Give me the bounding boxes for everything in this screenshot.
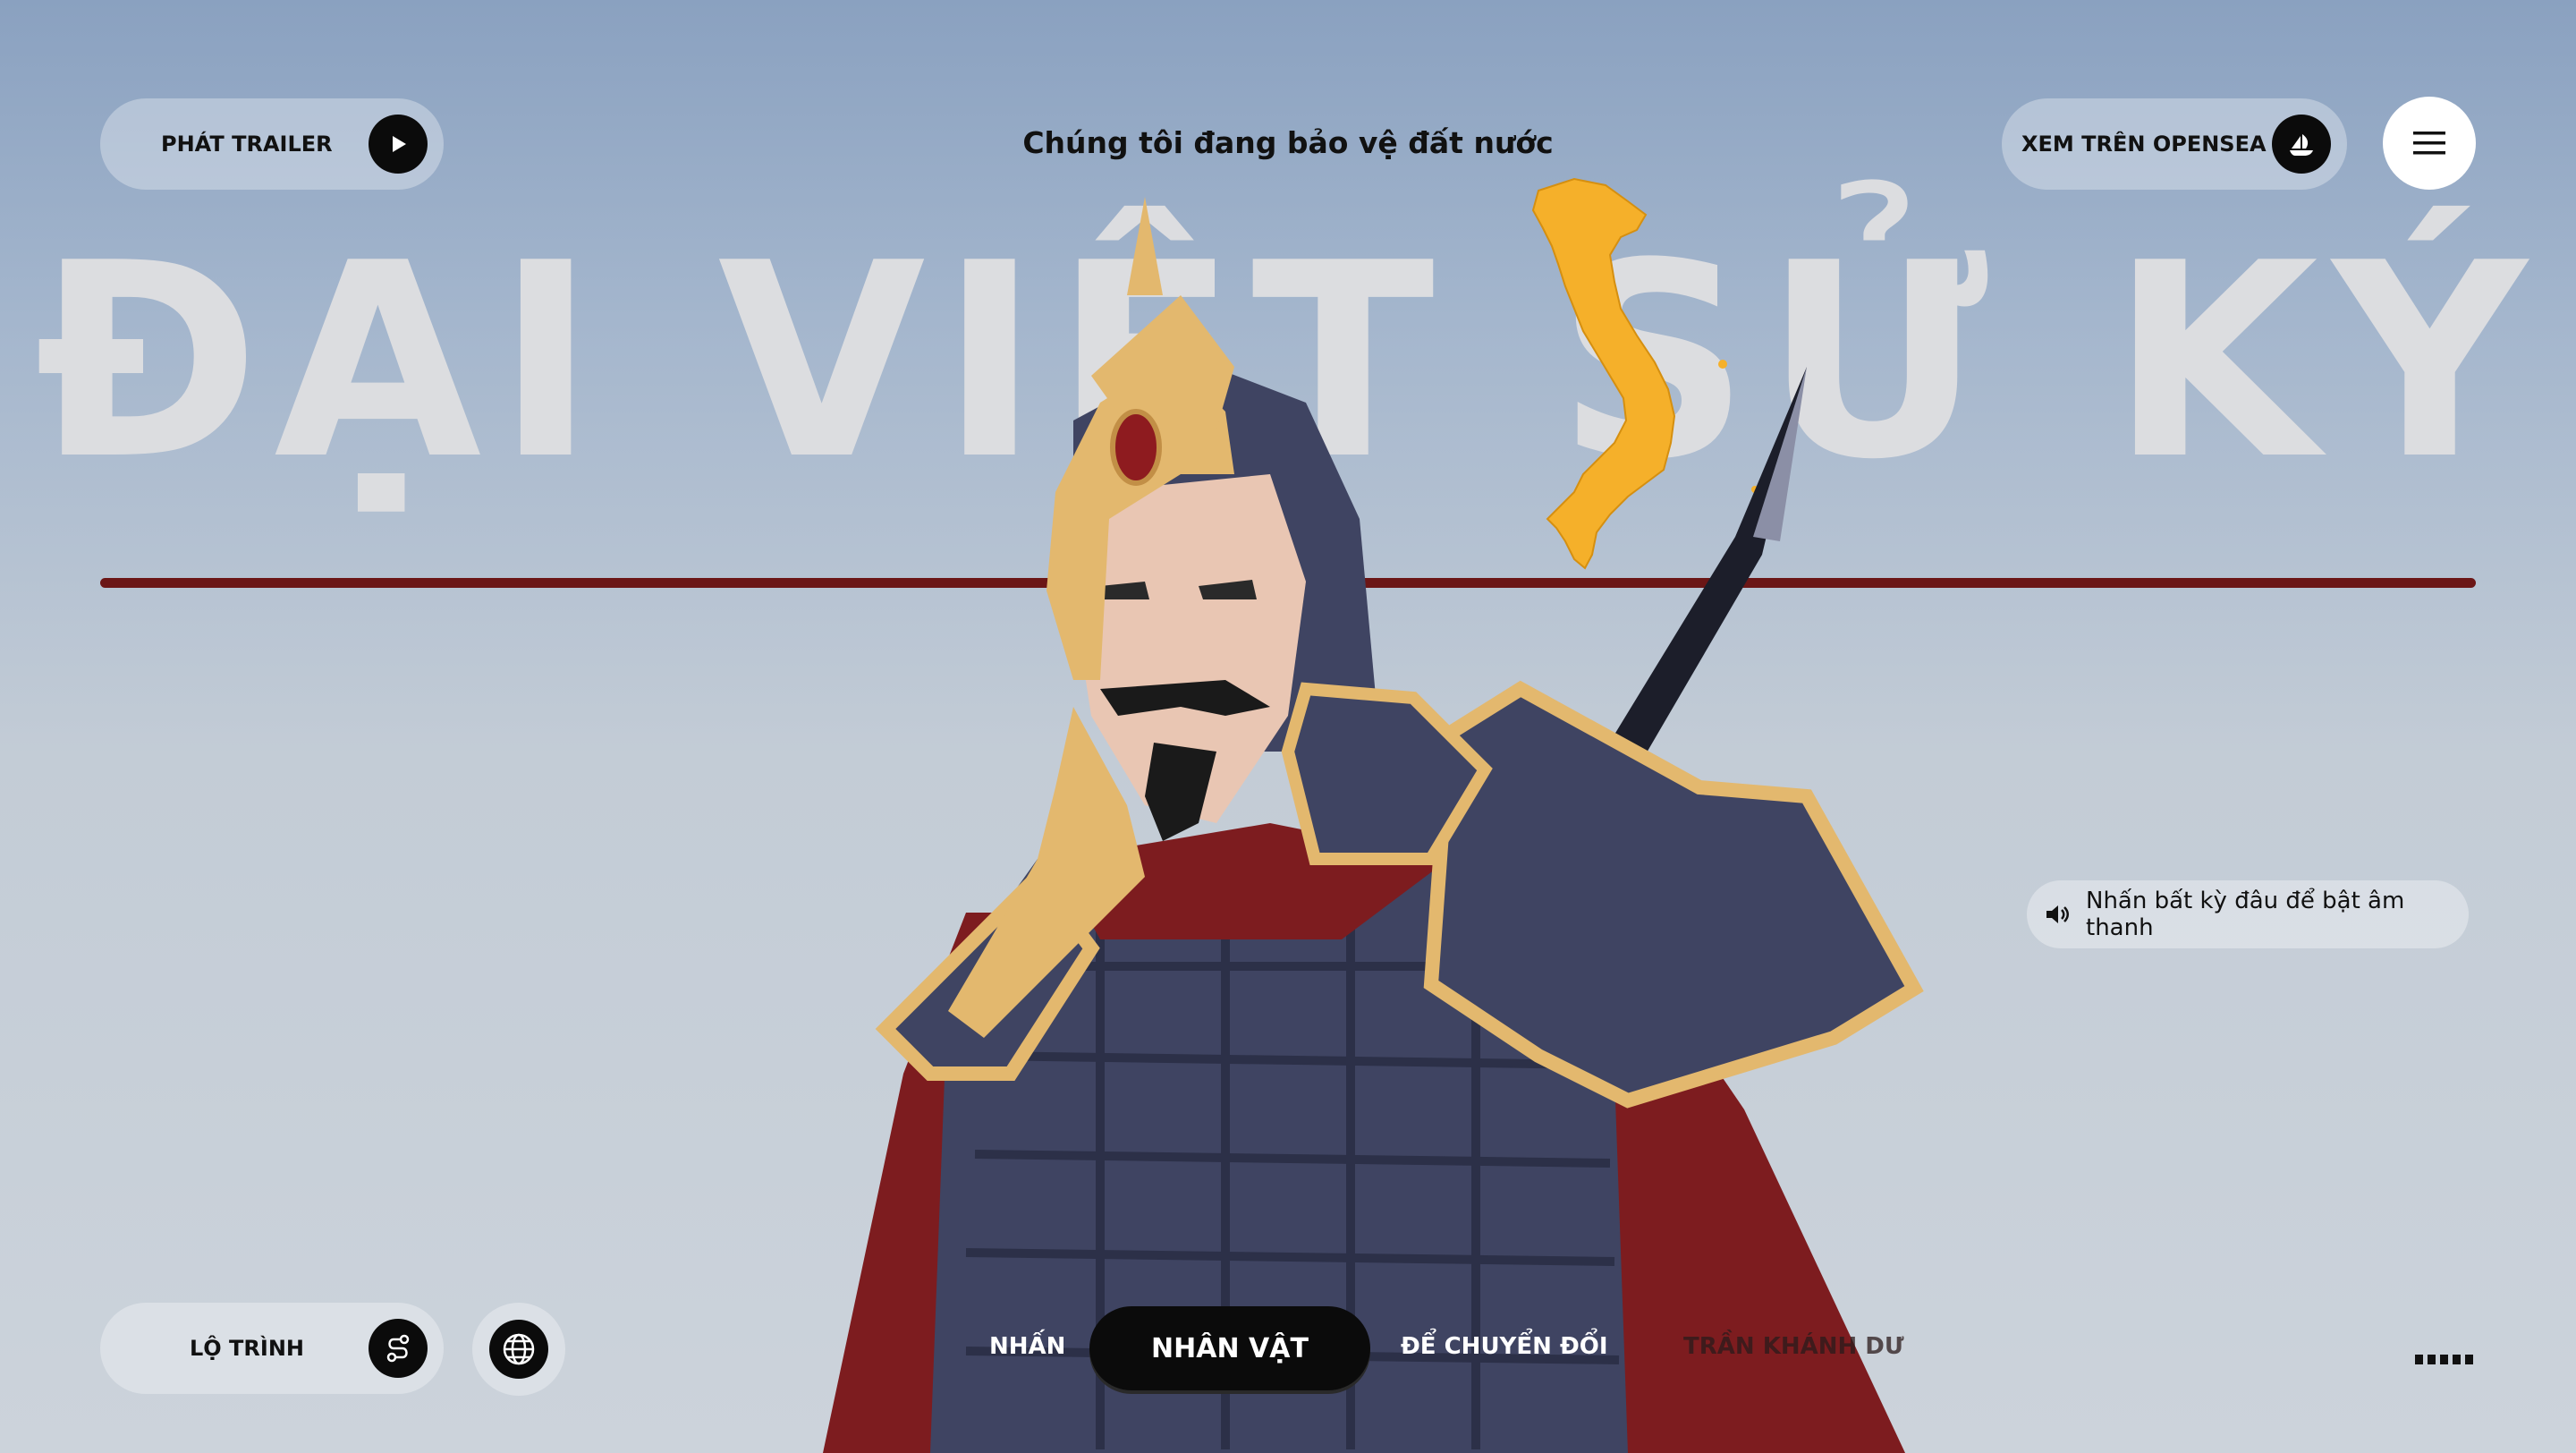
more-button[interactable] (2415, 1355, 2476, 1367)
opensea-label: XEM TRÊN OPENSEA (2021, 132, 2267, 157)
menu-button[interactable] (2383, 97, 2476, 190)
character-name[interactable]: TRẦN KHÁNH DƯ (1683, 1333, 1904, 1360)
roadmap-button[interactable]: LỘ TRÌNH (100, 1303, 444, 1394)
language-button[interactable] (472, 1303, 565, 1396)
character-button-label: NHÂN VẬT (1151, 1332, 1309, 1364)
speaker-icon (2046, 905, 2069, 923)
sound-hint-label: Nhấn bất kỳ đâu để bật âm thanh (2086, 888, 2405, 941)
view-on-opensea-button[interactable]: XEM TRÊN OPENSEA (2002, 98, 2347, 190)
sound-hint[interactable]: Nhấn bất kỳ đâu để bật âm thanh (2027, 880, 2469, 948)
opensea-icon (2272, 115, 2331, 174)
nav-press-label: NHẤN (989, 1333, 1066, 1360)
nav-switch-label: ĐỂ CHUYỂN ĐỔI (1401, 1333, 1608, 1360)
character-illustration (823, 197, 1924, 1453)
hamburger-menu-icon (2413, 132, 2445, 155)
more-dots-icon (2415, 1355, 2473, 1367)
route-icon (369, 1319, 428, 1378)
character-button[interactable]: NHÂN VẬT (1089, 1306, 1370, 1390)
roadmap-label: LỘ TRÌNH (190, 1336, 305, 1361)
globe-icon (489, 1320, 548, 1379)
